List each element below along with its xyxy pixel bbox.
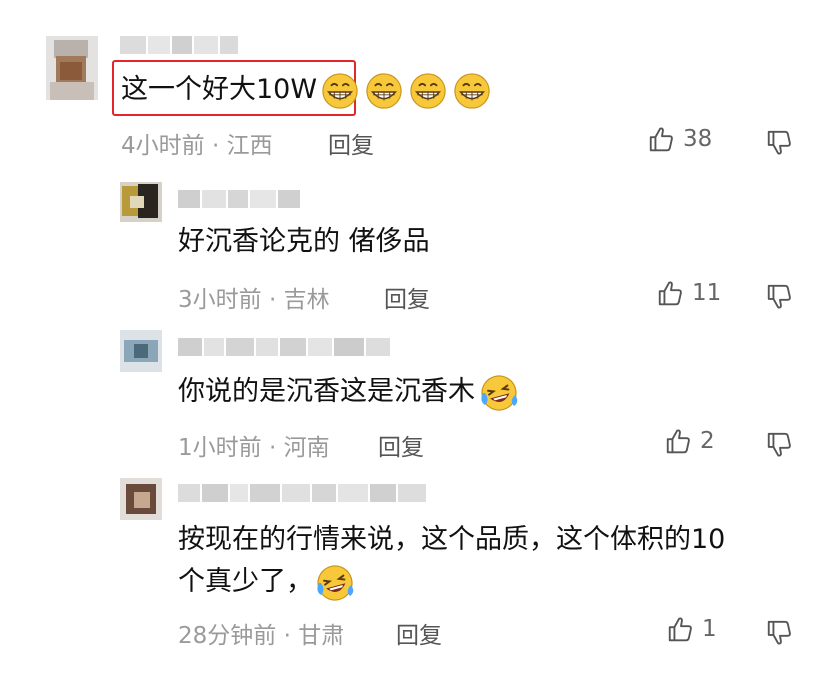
username-blurred[interactable] [178,338,390,356]
thumbs-down-icon[interactable] [765,618,795,648]
thumbs-up-icon [647,124,677,154]
laugh-cry-emoji-icon [479,373,519,413]
comment-time-location: 1小时前 · 河南 [178,435,330,461]
reply-button[interactable]: 回复 [328,126,374,160]
grin-emoji-icon [409,72,447,110]
like-count: 38 [683,126,713,152]
comment-text: 好沉香论克的 偖侈品 [178,226,430,257]
grin-emoji-icon [453,72,491,110]
grin-emoji-icon [365,72,403,110]
thumbs-up-icon [666,614,696,644]
username-blurred[interactable] [178,484,426,502]
reply-button[interactable]: 回复 [378,428,424,462]
grin-emoji-icon [321,72,359,110]
like-button[interactable]: 2 [664,426,715,456]
username-blurred[interactable] [178,190,300,208]
comment-time-location: 4小时前 · 江西 [121,133,273,159]
comment-time-location: 28分钟前 · 甘肃 [178,623,345,649]
thumbs-down-icon[interactable] [765,430,795,460]
reply-button[interactable]: 回复 [384,280,430,314]
reply-button[interactable]: 回复 [396,616,442,650]
thumbs-down-icon[interactable] [765,128,795,158]
laugh-cry-emoji-icon [315,563,355,603]
avatar[interactable] [120,478,162,520]
avatar[interactable] [46,36,98,100]
like-button[interactable]: 1 [666,614,717,644]
comment-time-location: 3小时前 · 吉林 [178,287,330,313]
like-count: 1 [702,616,717,642]
avatar[interactable] [120,182,162,222]
comment-text-line: 个真少了， [178,562,355,603]
like-button[interactable]: 38 [647,124,712,154]
comment-text-line: 按现在的行情来说，这个品质，这个体积的10 [178,524,726,555]
thumbs-down-icon[interactable] [765,282,795,312]
thumbs-up-icon [656,278,686,308]
comment-text: 这一个好大10W [121,70,491,110]
thumbs-up-icon [664,426,694,456]
like-button[interactable]: 11 [656,278,721,308]
like-count: 2 [700,428,715,454]
like-count: 11 [692,280,722,306]
username-blurred[interactable] [120,36,238,54]
avatar[interactable] [120,330,162,372]
comment-text: 你说的是沉香这是沉香木 [178,372,519,413]
